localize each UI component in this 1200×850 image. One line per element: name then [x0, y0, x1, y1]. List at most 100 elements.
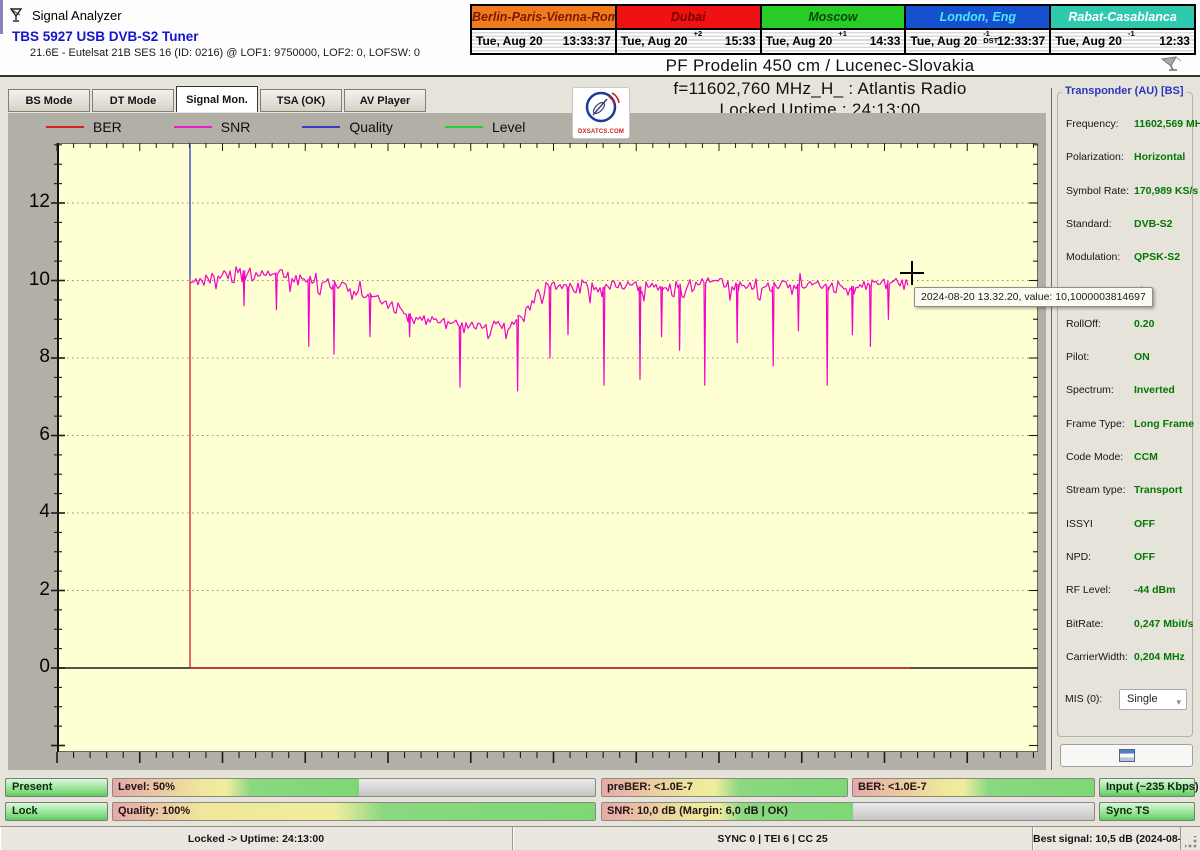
signal-analyzer-window: Signal Analyzer TBS 5927 USB DVB-S2 Tune…: [0, 0, 1200, 850]
present-indicator: Present: [5, 778, 108, 797]
transponder-field: Code Mode: CCM: [1058, 451, 1194, 466]
ber-label: BER: <1.0E-7: [858, 781, 927, 793]
lock-indicator: Lock: [5, 802, 108, 821]
level-label: Level: 50%: [118, 781, 175, 793]
field-value: 0.20: [1134, 317, 1155, 330]
clock-hm: 14:33: [869, 34, 901, 48]
transponder-field: Modulation: QPSK-S2: [1058, 251, 1194, 266]
y-tick-label: 6: [39, 423, 50, 445]
clock-moscow: Moscow Tue, Aug 20 +1 14:33: [759, 6, 905, 53]
snr-label: SNR: 10,0 dB (Margin: 6,0 dB | OK): [607, 805, 788, 817]
field-label: Polarization:: [1066, 151, 1124, 164]
transponder-field: RF Level: -44 dBm: [1058, 584, 1194, 599]
clock-hm: 12:33:37: [997, 34, 1046, 48]
clock-hm: 13:33:37: [562, 34, 611, 48]
transponder-field: Polarization: Horizontal: [1058, 151, 1194, 166]
field-label: CarrierWidth:: [1066, 650, 1128, 663]
ber-bar: BER: <1.0E-7: [852, 778, 1095, 797]
y-tick-label: 2: [39, 578, 50, 600]
legend-swatch: [302, 126, 341, 128]
logo-caption: DXSATCS.COM: [577, 129, 625, 135]
field-value: 0,247 Mbit/s: [1134, 617, 1194, 630]
field-label: Frequency:: [1066, 118, 1119, 130]
clock-time: Tue, Aug 20 +2 15:33: [616, 28, 760, 53]
clock-time: Tue, Aug 20 13:33:37: [472, 28, 615, 53]
field-label: Code Mode:: [1066, 451, 1124, 463]
preber-bar: preBER: <1.0E-7: [601, 778, 848, 797]
status-sync: SYNC 0 | TEI 6 | CC 25: [513, 827, 1033, 850]
present-label: Present: [12, 781, 53, 793]
signal-chart-widget: BER SNR Quality Level 0 2 4 6 8 10 12: [8, 113, 1046, 770]
clock-city: Moscow: [761, 6, 905, 28]
resize-grip-icon: [1185, 836, 1198, 849]
y-tick-label: 12: [28, 191, 50, 212]
legend-item-quality: Quality: [302, 119, 393, 135]
field-label: Frame Type:: [1066, 417, 1125, 430]
clock-time: Tue, Aug 20 -1 12:33: [1051, 28, 1194, 53]
quality-bar: Quality: 100%: [112, 802, 596, 821]
input-label: Input (~235 Kbps): [1106, 781, 1199, 793]
site-line: PF Prodelin 450 cm / Lucenec-Slovakia: [665, 56, 975, 75]
clock-hm: 12:33: [1159, 34, 1190, 48]
clock-date: Tue, Aug 20: [910, 34, 978, 48]
field-value: OFF: [1134, 550, 1155, 563]
clock-offset: +2: [693, 29, 703, 38]
field-value: Inverted: [1134, 384, 1175, 397]
mis-label: MIS (0):: [1065, 693, 1103, 705]
transponder-field: Standard: DVB-S2: [1058, 218, 1194, 233]
field-value: OFF: [1134, 517, 1155, 530]
clock-offset: -1: [1127, 29, 1135, 38]
field-label: Symbol Rate:: [1066, 184, 1130, 197]
legend-label: SNR: [220, 119, 251, 135]
clock-date: Tue, Aug 20: [620, 34, 688, 48]
legend-swatch: [46, 126, 84, 128]
tab-av-player[interactable]: AV Player: [344, 89, 426, 112]
chevron-down-icon: ▾: [1176, 697, 1181, 707]
clock-berlin-paris-vienna-roma: Berlin-Paris-Vienna-Roma Tue, Aug 20 13:33…: [472, 6, 615, 53]
field-value: CCM: [1134, 451, 1158, 463]
tab-tsa-ok-[interactable]: TSA (OK): [260, 89, 342, 112]
status-grip[interactable]: [1181, 827, 1200, 850]
tuner-info: 21.6E - Eutelsat 21B SES 16 (ID: 0216) @…: [30, 47, 421, 59]
tab-bs-mode[interactable]: BS Mode: [8, 89, 90, 112]
mis-dropdown[interactable]: Single ▾: [1119, 689, 1187, 710]
chart-tooltip: 2024-08-20 13.32.20, value: 10,100000381…: [914, 287, 1153, 307]
legend-item-snr: SNR: [173, 119, 251, 135]
field-label: RF Level:: [1066, 584, 1111, 597]
input-indicator: Input (~235 Kbps): [1099, 778, 1199, 797]
legend-swatch: [444, 126, 483, 128]
snr-plot-svg[interactable]: [49, 143, 1042, 773]
plot-area[interactable]: [49, 143, 1046, 773]
transponder-group-title: Transponder (AU) [BS]: [1062, 85, 1187, 97]
stream-list-button[interactable]: [1060, 744, 1193, 767]
preber-label: preBER: <1.0E-7: [607, 781, 693, 793]
field-value: DVB-S2: [1134, 217, 1173, 230]
mis-row: MIS (0): Single ▾: [1057, 689, 1193, 711]
tuner-name: TBS 5927 USB DVB-S2 Tuner: [12, 29, 199, 44]
field-value: Long Frame: [1134, 417, 1195, 430]
quality-label: Quality: 100%: [118, 805, 191, 817]
legend-item-level: Level: [444, 119, 525, 135]
transponder-field: Pilot: ON: [1058, 351, 1194, 366]
legend-swatch: [173, 126, 212, 128]
clock-rabat-casablanca: Rabat-Casablanca Tue, Aug 20 -1 12:33: [1049, 6, 1194, 53]
field-label: Modulation:: [1066, 251, 1121, 264]
field-value: 11602,569 MHz: [1134, 118, 1200, 130]
tab-dt-mode[interactable]: DT Mode: [92, 89, 174, 112]
clock-city: London, Eng: [906, 6, 1050, 28]
transponder-field: Symbol Rate: 170,989 KS/s: [1058, 184, 1198, 200]
field-label: Standard:: [1066, 217, 1112, 230]
field-value: QPSK-S2: [1134, 251, 1181, 264]
field-label: Spectrum:: [1066, 384, 1114, 397]
transponder-field: Stream type: Transport: [1058, 484, 1194, 499]
y-tick-label: 4: [39, 501, 50, 522]
list-icon: [1118, 749, 1135, 762]
field-value: ON: [1134, 351, 1150, 364]
app-dish-icon: [9, 7, 26, 28]
transponder-field: ISSYI OFF: [1058, 518, 1194, 533]
status-uptime: Locked -> Uptime: 24:13:00: [0, 827, 513, 850]
header-divider: [0, 75, 1200, 77]
tab-signal-mon-[interactable]: Signal Mon.: [176, 86, 258, 112]
window-title: Signal Analyzer: [32, 8, 122, 23]
clock-date: Tue, Aug 20: [476, 34, 543, 48]
